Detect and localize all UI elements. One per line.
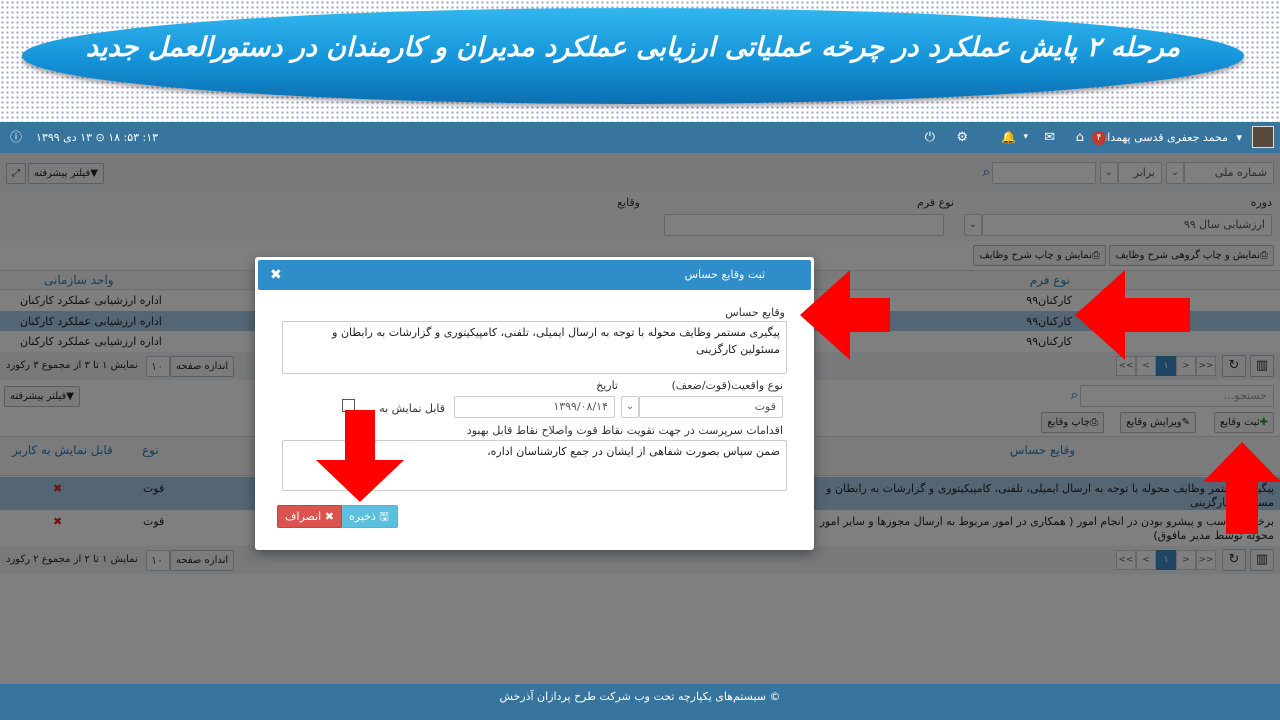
event-label: وقایع حساس [725, 306, 785, 319]
mail-icon[interactable]: ✉ [1044, 122, 1055, 153]
bell-icon[interactable]: 🔔 [1001, 122, 1016, 153]
info-icon[interactable]: ⓘ [10, 122, 22, 153]
supervisor-actions-label: اقدامات سرپرست در جهت تقویت نقاط قوت واص… [466, 424, 783, 437]
annotation-arrow-left-2 [1075, 270, 1190, 360]
notification-badge[interactable]: ۴ [1092, 130, 1106, 145]
copyright-icon: © [769, 690, 781, 703]
annotation-arrow-up [1203, 442, 1280, 534]
floppy-icon: 🖫 [379, 510, 389, 523]
modal-header: ثبت وقایع حساس ✖ [258, 260, 811, 290]
register-event-modal: ثبت وقایع حساس ✖ وقایع حساس پیگیری مستمر… [255, 257, 814, 550]
banner: مرحله ۲ پایش عملکرد در چرخه عملیاتی ارزی… [22, 8, 1244, 104]
save-button[interactable]: 🖫 ذخیره [340, 505, 398, 528]
event-type-dropdown[interactable]: ⌄ [621, 396, 639, 418]
bell-dropdown-icon[interactable]: ▾ [1023, 122, 1028, 153]
top-navbar: محمد جعفری قدسی پهمدانی ▾ ۴ ⌂ ✉ 🔔 ▾ ⚙ ⏻ … [0, 122, 1280, 153]
date-label: تاریخ [596, 379, 618, 392]
annotation-arrow-left-1 [800, 270, 890, 360]
modal-title: ثبت وقایع حساس [684, 268, 765, 281]
close-icon[interactable]: ✖ [270, 260, 282, 290]
date-input[interactable]: ۱۳۹۹/۰۸/۱۴ [454, 396, 615, 418]
event-textarea[interactable]: پیگیری مستمر وظایف محوله با توجه به ارسا… [282, 321, 787, 374]
close-icon: ✖ [324, 510, 334, 523]
event-type-select[interactable]: قوت [639, 396, 783, 418]
gear-icon[interactable]: ⚙ [956, 122, 968, 153]
annotation-arrow-down [316, 410, 404, 502]
banner-title: مرحله ۲ پایش عملکرد در چرخه عملیاتی ارزی… [85, 32, 1181, 63]
user-name[interactable]: محمد جعفری قدسی پهمدانی [1095, 122, 1228, 153]
power-icon[interactable]: ⏻ [925, 122, 935, 153]
footer: © سیستم‌های یکپارچه تحت وب شرکت طرح پردا… [0, 684, 1280, 720]
datetime: ۱۳: ۵۳: ۱۸ ⊙ ۱۳ دی ۱۳۹۹ [36, 131, 159, 144]
home-icon[interactable]: ⌂ [1076, 122, 1084, 153]
cancel-button[interactable]: ✖ انصراف [277, 505, 342, 528]
event-type-label: نوع واقعیت(قوت/ضعف) [671, 379, 783, 392]
avatar[interactable] [1252, 126, 1274, 148]
user-dropdown-icon[interactable]: ▾ [1236, 122, 1242, 153]
